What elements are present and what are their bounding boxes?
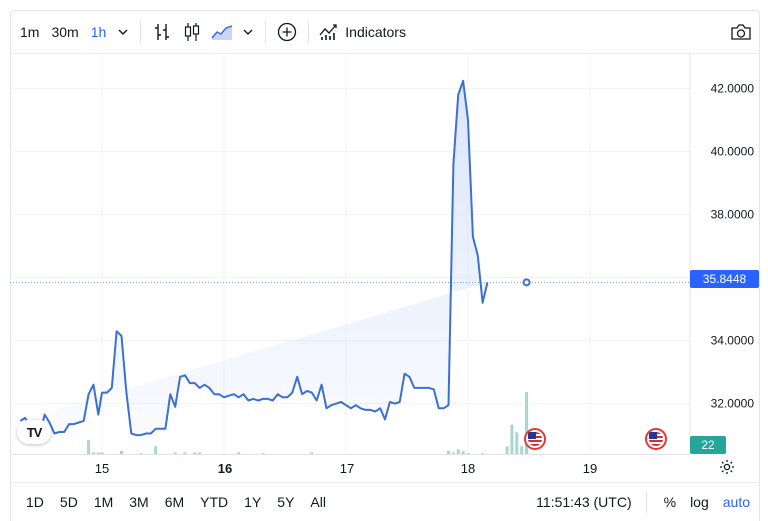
interval-1h-button[interactable]: 1h [85,17,113,47]
gear-icon[interactable] [717,457,737,477]
add-compare-icon[interactable] [272,17,302,47]
price-tick-label: 40.0000 [711,145,755,159]
price-tick-label: 34.0000 [711,334,755,348]
chevron-down-icon[interactable] [112,17,134,47]
time-tick-17: 17 [339,461,355,476]
chevron-down-icon[interactable] [237,17,259,47]
last-price-label: 35.8448 [690,270,759,288]
price-tick-label: 38.0000 [711,208,755,222]
screenshot-camera-icon[interactable] [726,17,756,47]
indicators-label: Indicators [345,23,406,40]
volume-bar [510,424,514,454]
volume-label: 22 [690,436,726,454]
volume-bar [505,446,509,454]
range-1d-button[interactable]: 1D [18,488,52,516]
us-flag-event-icon[interactable] [524,428,546,450]
price-tick-label: 42.0000 [711,82,755,96]
price-area [20,80,488,436]
top-toolbar: 1m 30m 1h Indicators [10,10,760,54]
interval-1m-button[interactable]: 1m [14,17,45,47]
bar-chart-icon[interactable] [147,17,177,47]
range-6m-button[interactable]: 6M [157,488,192,516]
range-5d-button[interactable]: 5D [52,488,86,516]
range-all-button[interactable]: All [302,488,334,516]
volume-bar [520,446,524,454]
toolbar-divider [308,20,310,43]
range-1m-button[interactable]: 1M [86,488,121,516]
range-3m-button[interactable]: 3M [121,488,156,516]
auto-mode-button[interactable]: auto [716,494,760,510]
log-mode-button[interactable]: log [683,494,716,510]
bottom-toolbar: 1D 5D 1M 3M 6M YTD 1Y 5Y All 11:51:43 (U… [10,482,760,521]
volume-bar [515,432,519,454]
toolbar-divider [140,20,142,43]
bottom-divider [645,491,647,513]
volume-bar [87,440,91,454]
us-flag-event-icon[interactable] [645,428,667,450]
tradingview-logo[interactable]: TV [17,420,51,444]
price-chart-svg: 32.000034.000036.000038.000040.000042.00… [10,54,755,454]
toolbar-divider [265,20,267,43]
utc-clock[interactable]: 11:51:43 (UTC) [536,494,645,510]
time-tick-19: 19 [582,461,598,476]
range-1y-button[interactable]: 1Y [236,488,269,516]
indicators-icon [319,23,339,41]
time-tick-18: 18 [460,461,476,476]
percent-mode-button[interactable]: % [657,494,683,510]
interval-30m-button[interactable]: 30m [45,17,84,47]
range-5y-button[interactable]: 5Y [269,488,302,516]
volume-bar [154,446,158,454]
time-axis[interactable]: 15 16 17 18 19 [10,454,690,480]
time-tick-16: 16 [217,461,233,476]
price-chart[interactable]: 32.000034.000036.000038.000040.000042.00… [10,54,760,454]
time-tick-15: 15 [94,461,110,476]
area-chart-icon[interactable] [207,17,237,47]
last-price-dot [522,278,531,287]
range-ytd-button[interactable]: YTD [192,488,236,516]
indicators-button[interactable]: Indicators [315,17,412,47]
price-tick-label: 32.0000 [711,397,755,411]
candlestick-icon[interactable] [177,17,207,47]
